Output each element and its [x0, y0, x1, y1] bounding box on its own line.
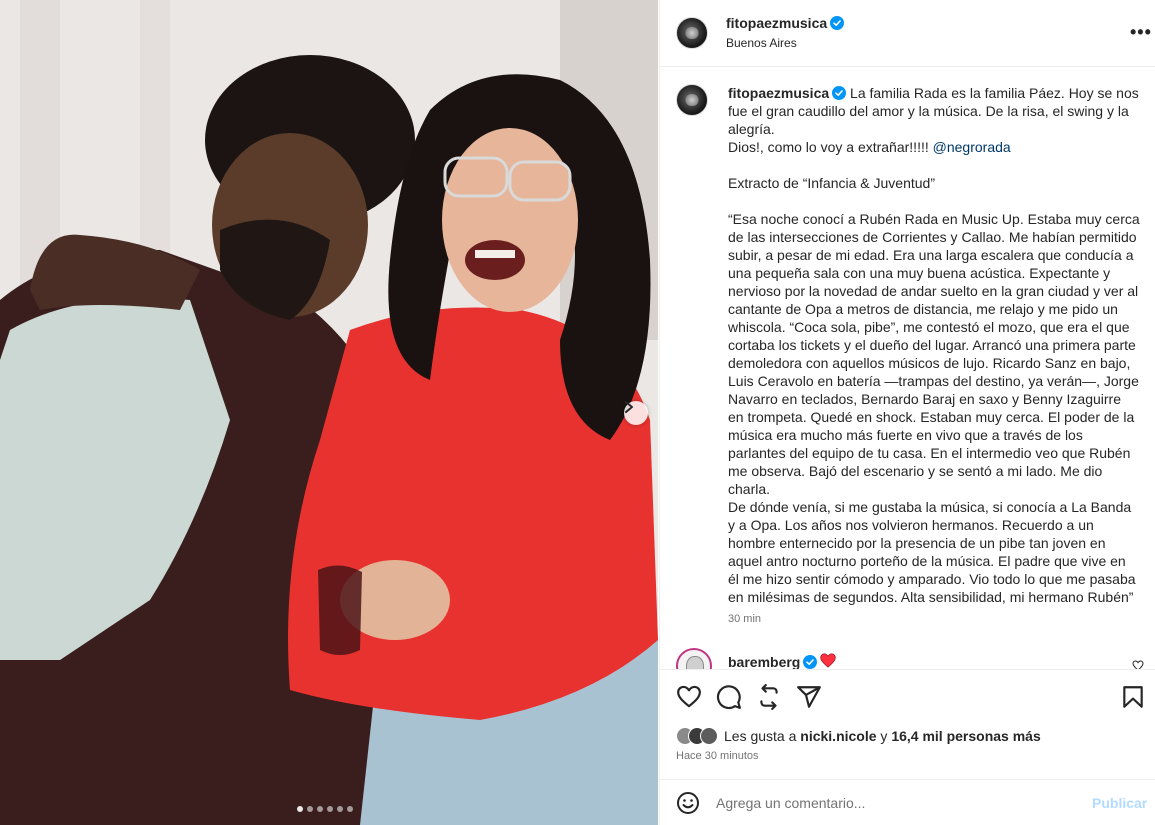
- red-heart-emoji-icon: [820, 653, 836, 668]
- author-avatar[interactable]: [676, 17, 708, 49]
- likes-count[interactable]: 16,4 mil personas más: [891, 728, 1040, 744]
- carousel-dot: [307, 806, 313, 812]
- comment-icon[interactable]: [716, 684, 742, 710]
- post-photo[interactable]: [0, 0, 658, 825]
- first-comment: baremberg: [660, 648, 1155, 670]
- comment-input[interactable]: [716, 792, 1076, 814]
- commenter-username-text: baremberg: [728, 654, 801, 670]
- send-icon[interactable]: [796, 684, 822, 710]
- post-side-panel: fitopaezmusica Buenos Aires ••• fitopaez…: [659, 0, 1155, 825]
- commenter-avatar[interactable]: [676, 648, 712, 670]
- carousel-dot: [297, 806, 303, 812]
- carousel-dot: [347, 806, 353, 812]
- photo-illustration: [0, 0, 658, 825]
- verified-badge-icon: [832, 86, 847, 100]
- bookmark-icon[interactable]: [1120, 684, 1146, 710]
- likes-summary: Les gusta a nicki.nicole y 16,4 mil pers…: [676, 726, 1041, 746]
- commenter-username[interactable]: baremberg: [728, 654, 818, 670]
- add-comment-bar: Publicar: [660, 779, 1155, 825]
- heart-icon[interactable]: [676, 684, 702, 710]
- more-options-icon[interactable]: •••: [1130, 22, 1152, 43]
- post-header: fitopaezmusica Buenos Aires •••: [660, 0, 1155, 67]
- post-location[interactable]: Buenos Aires: [726, 36, 797, 50]
- chevron-right-icon: [625, 401, 633, 413]
- caption-time: 30 min: [728, 613, 762, 625]
- comments-scroll-area[interactable]: fitopaezmusica La familia Rada es la fam…: [660, 68, 1155, 668]
- caption-text-body: Extracto de “Infancia & Juventud” “Esa n…: [728, 175, 1140, 605]
- carousel-dot: [317, 806, 323, 812]
- likes-user[interactable]: nicki.nicole: [800, 728, 876, 744]
- carousel-dot: [327, 806, 333, 812]
- share-icon[interactable]: [756, 684, 782, 710]
- author-name-row: fitopaezmusica: [726, 15, 845, 33]
- caption-mention-link[interactable]: @negrorada: [933, 139, 1011, 155]
- caption-username[interactable]: fitopaezmusica: [728, 85, 829, 101]
- post-timestamp[interactable]: Hace 30 minutos: [676, 750, 759, 762]
- publish-button[interactable]: Publicar: [1092, 795, 1147, 811]
- likes-text[interactable]: Les gusta a nicki.nicole y 16,4 mil pers…: [724, 728, 1041, 744]
- post-actions: Les gusta a nicki.nicole y 16,4 mil pers…: [660, 669, 1155, 789]
- liker-avatar: [700, 727, 718, 745]
- verified-badge-icon: [830, 16, 845, 30]
- carousel-indicator: [297, 806, 353, 812]
- emoji-icon[interactable]: [676, 791, 700, 815]
- post-caption: fitopaezmusica La familia Rada es la fam…: [728, 84, 1140, 606]
- carousel-dot: [337, 806, 343, 812]
- likes-connector: y: [880, 728, 888, 744]
- likes-prefix: Les gusta a: [724, 728, 797, 744]
- author-username[interactable]: fitopaezmusica: [726, 15, 827, 31]
- next-slide-button[interactable]: [624, 401, 648, 425]
- caption-author-avatar[interactable]: [676, 84, 708, 116]
- verified-badge-icon: [803, 655, 818, 669]
